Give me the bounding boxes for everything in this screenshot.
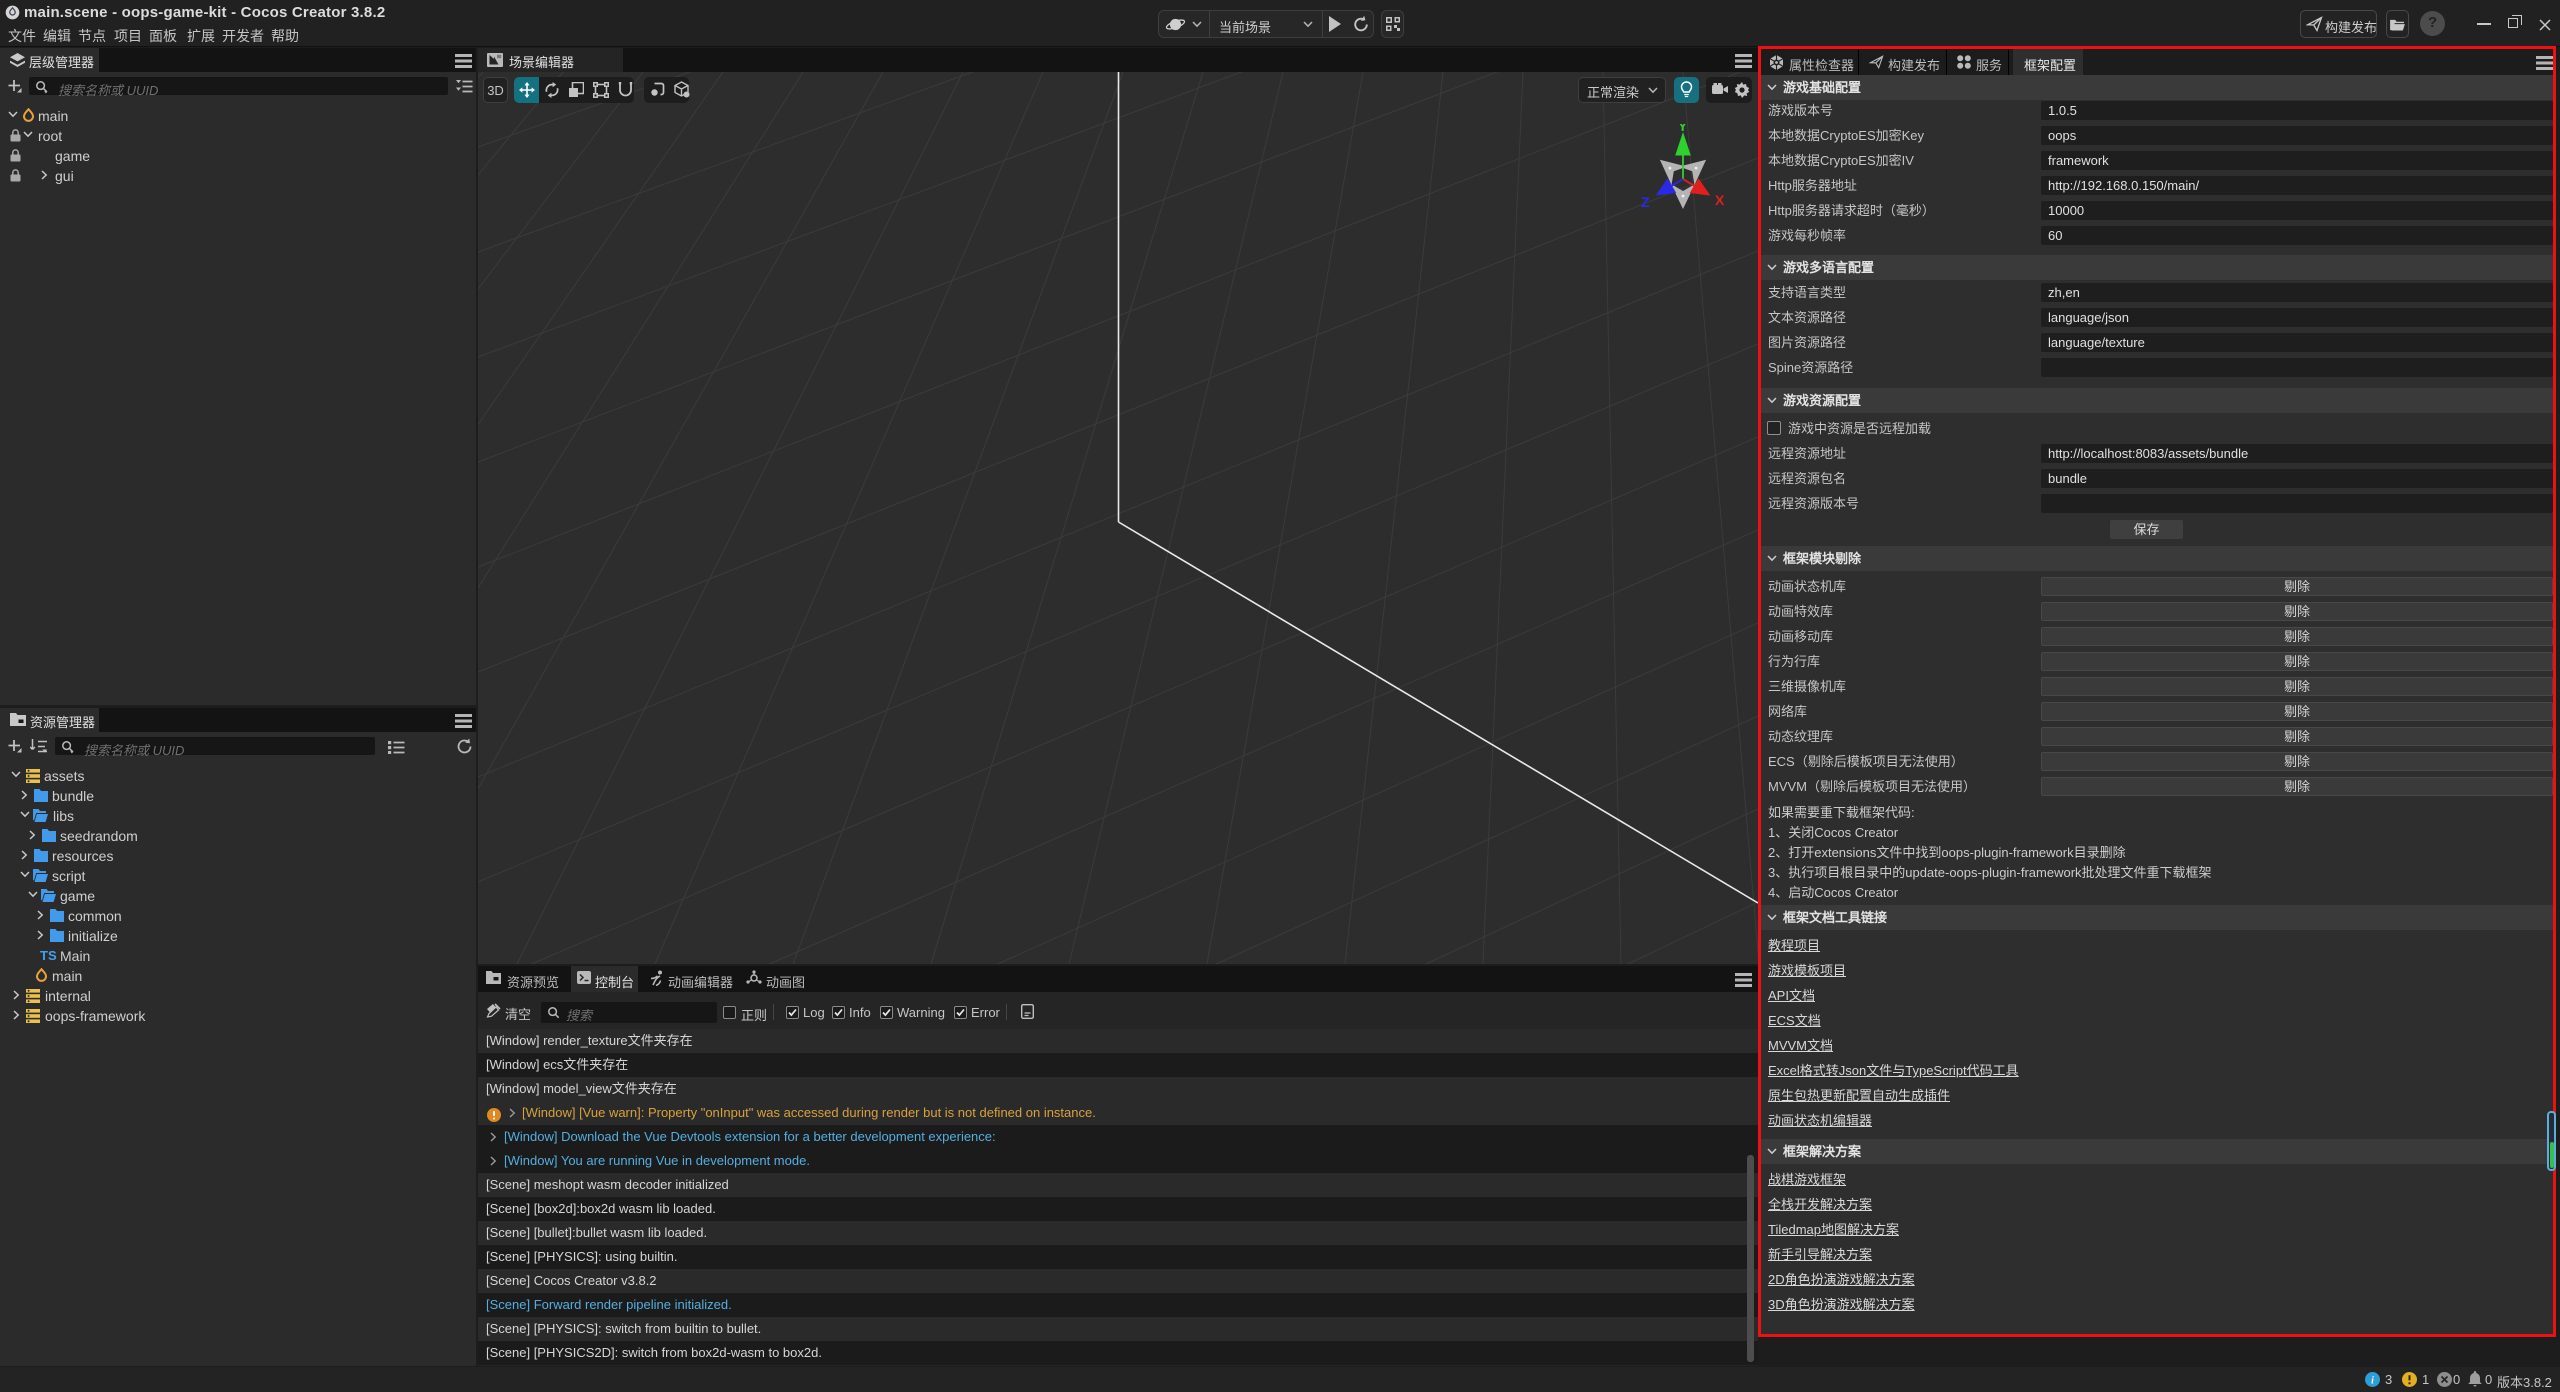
svg-text:Z: Z xyxy=(1641,194,1650,210)
svg-text:Y: Y xyxy=(1678,124,1688,134)
svg-text:i: i xyxy=(2371,1375,2374,1386)
svg-text:X: X xyxy=(1715,192,1725,208)
